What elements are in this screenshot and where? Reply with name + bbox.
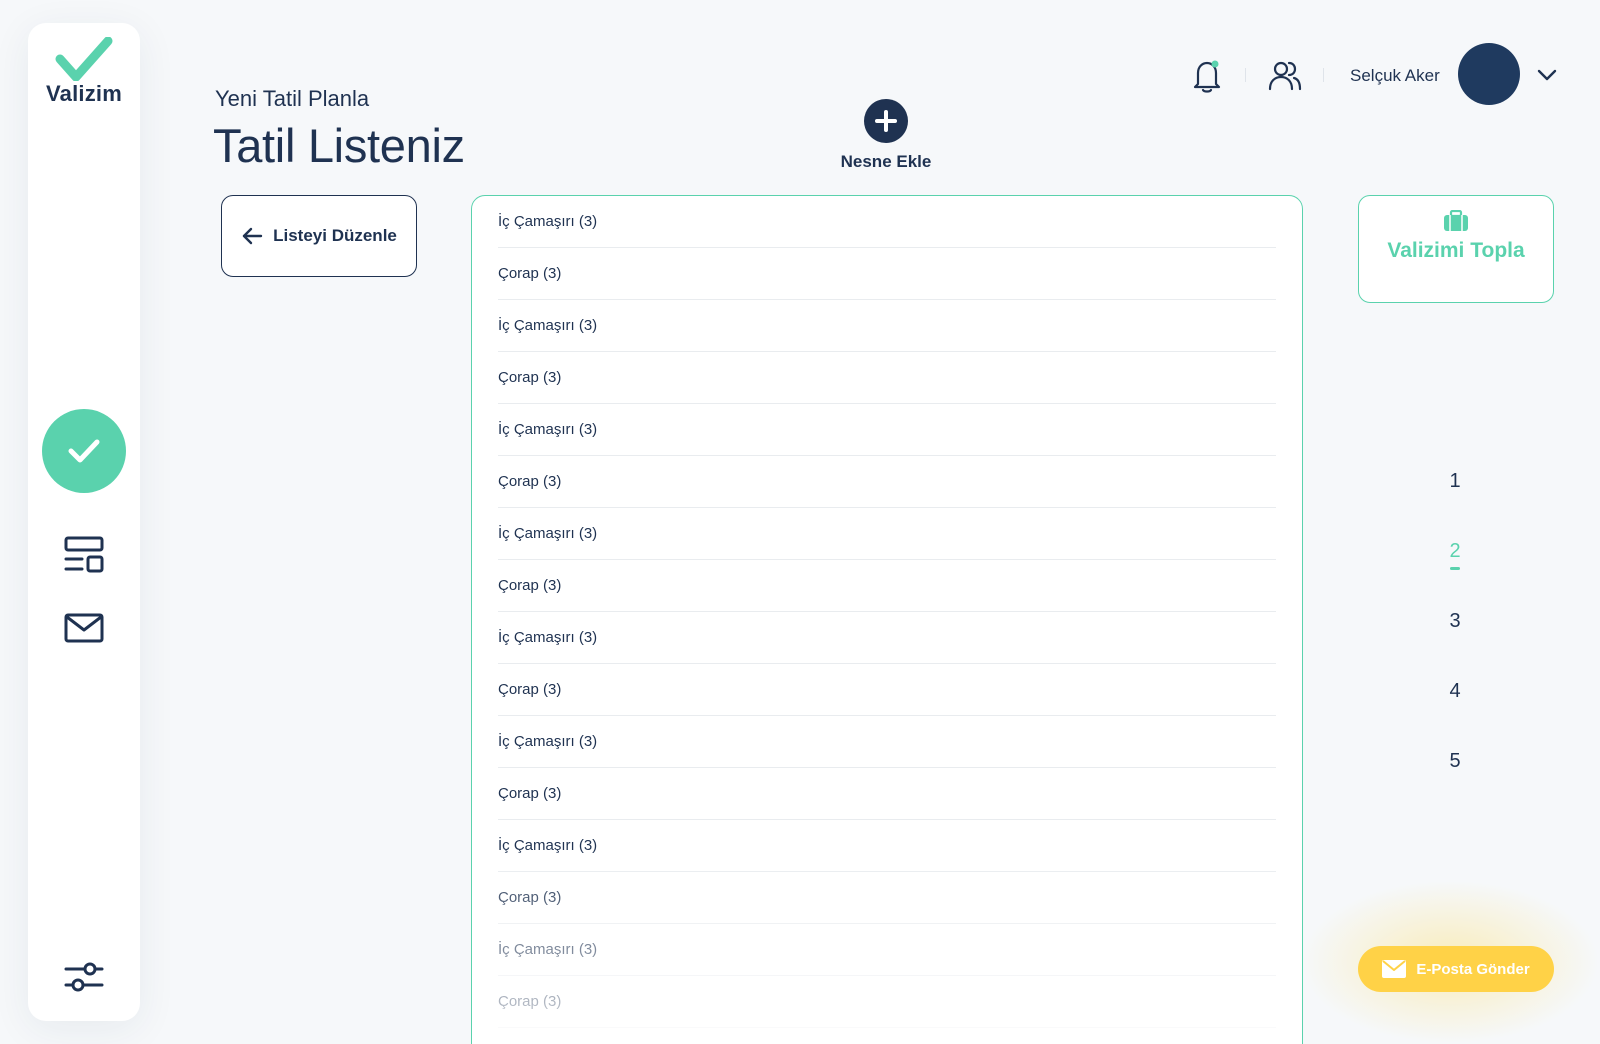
list-item[interactable]: İç Çamaşırı (3) xyxy=(498,820,1276,872)
sidebar: Valizim xyxy=(28,23,140,1021)
page-5[interactable]: 5 xyxy=(1430,750,1480,773)
add-item-label: Nesne Ekle xyxy=(840,152,932,171)
list-item[interactable]: Çorap (3) xyxy=(498,872,1276,924)
list-item[interactable]: İç Çamaşırı (3) xyxy=(498,300,1276,352)
list-item[interactable]: Çorap (3) xyxy=(498,664,1276,716)
sidebar-item-settings[interactable] xyxy=(62,957,106,997)
page-2[interactable]: 2 xyxy=(1430,540,1480,570)
list-item[interactable]: İç Çamaşırı (3) xyxy=(498,612,1276,664)
sidebar-item-layout[interactable] xyxy=(62,535,106,575)
edit-list-button[interactable]: Listeyi Düzenle xyxy=(221,195,417,277)
list-item[interactable]: İç Çamaşırı (3) xyxy=(498,196,1276,248)
chevron-down-icon xyxy=(1537,69,1557,81)
list-item[interactable]: Çorap (3) xyxy=(498,768,1276,820)
page-1[interactable]: 1 xyxy=(1430,470,1480,493)
list-item[interactable]: Çorap (3) xyxy=(498,352,1276,404)
packing-list: İç Çamaşırı (3) Çorap (3) İç Çamaşırı (3… xyxy=(471,195,1303,1044)
add-item-button[interactable]: Nesne Ekle xyxy=(830,99,942,172)
logo-text: Valizim xyxy=(46,81,122,106)
users-button[interactable] xyxy=(1268,58,1302,94)
list-item[interactable]: İç Çamaşırı (3) xyxy=(498,508,1276,560)
notifications-button[interactable] xyxy=(1190,58,1224,94)
list-item[interactable]: İç Çamaşırı (3) xyxy=(498,404,1276,456)
bell-icon xyxy=(1193,60,1221,93)
page-4[interactable]: 4 xyxy=(1430,680,1480,703)
pack-suitcase-button[interactable]: Valizimi Topla xyxy=(1358,195,1554,303)
envelope-icon xyxy=(1382,960,1407,978)
sidebar-item-mail[interactable] xyxy=(62,608,106,648)
check-icon xyxy=(68,439,100,463)
logo[interactable]: Valizim xyxy=(28,37,140,107)
suitcase-icon xyxy=(1444,210,1468,231)
users-icon xyxy=(1268,61,1302,91)
page-title: Tatil Listeniz xyxy=(213,119,465,172)
user-name[interactable]: Selçuk Aker xyxy=(1350,66,1440,86)
user-menu-toggle[interactable] xyxy=(1536,64,1558,86)
divider xyxy=(1245,68,1246,82)
list-item[interactable]: Çorap (3) xyxy=(498,976,1276,1028)
logo-check-icon xyxy=(55,37,113,81)
avatar[interactable] xyxy=(1458,43,1520,105)
list-item[interactable]: Çorap (3) xyxy=(498,456,1276,508)
send-email-label: E-Posta Gönder xyxy=(1416,960,1530,978)
app-page: Valizim Yeni Tatil Planla Tatil Listeniz… xyxy=(0,0,1600,1044)
pack-suitcase-label: Valizimi Topla xyxy=(1387,239,1525,262)
mail-icon xyxy=(64,613,104,643)
page-3[interactable]: 3 xyxy=(1430,610,1480,633)
send-email-button[interactable]: E-Posta Gönder xyxy=(1358,946,1554,992)
list-item[interactable]: Çorap (3) xyxy=(498,560,1276,612)
list-item[interactable]: İç Çamaşırı (3) xyxy=(498,716,1276,768)
arrow-left-icon xyxy=(242,227,263,245)
sliders-icon xyxy=(64,962,104,992)
layout-icon xyxy=(64,536,104,573)
divider xyxy=(1323,68,1324,82)
list-item[interactable]: İç Çamaşırı (3) xyxy=(498,924,1276,976)
page-subtitle: Yeni Tatil Planla xyxy=(215,86,370,111)
plus-icon xyxy=(864,99,908,143)
list-item[interactable]: Çorap (3) xyxy=(498,248,1276,300)
sidebar-item-checklist[interactable] xyxy=(42,409,126,493)
edit-list-label: Listeyi Düzenle xyxy=(273,226,397,245)
